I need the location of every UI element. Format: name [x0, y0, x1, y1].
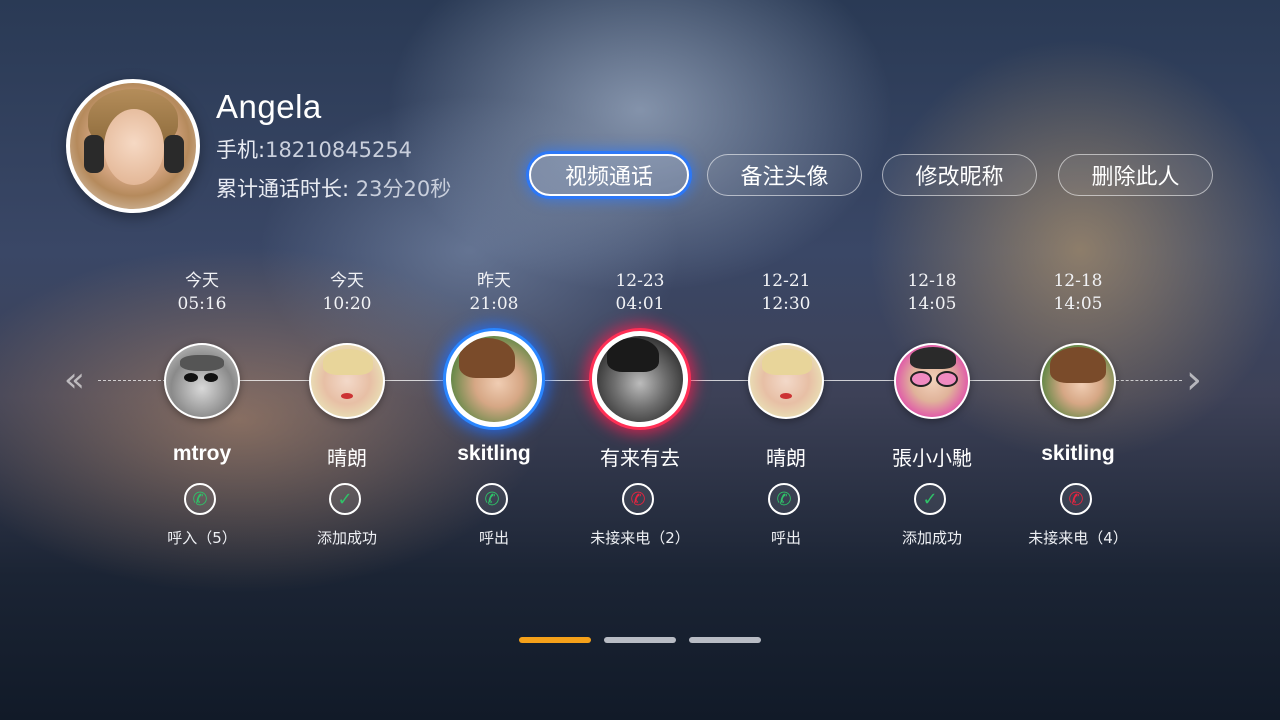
call-item[interactable]: 昨天 21:08 skitling ✆ 呼出	[424, 270, 564, 547]
call-date: 12-23	[615, 271, 665, 291]
call-date: 今天	[185, 271, 219, 291]
caller-name: 晴朗	[327, 446, 367, 470]
call-date: 今天	[330, 271, 364, 291]
call-status: 未接来电（2）	[590, 529, 690, 547]
call-item[interactable]: 今天 05:16 mtroy ✆ 呼入（5）	[132, 270, 272, 547]
caller-avatar[interactable]	[894, 343, 970, 419]
phone-number: 18210845254	[265, 138, 413, 162]
edit-avatar-button[interactable]: 备注头像	[707, 154, 862, 196]
call-status: 呼出	[478, 529, 509, 547]
page-indicator-1[interactable]	[519, 637, 591, 643]
call-status: 添加成功	[901, 529, 962, 547]
call-item[interactable]: 今天 10:20 晴朗 ✓ 添加成功	[277, 270, 417, 547]
rename-button[interactable]: 修改昵称	[882, 154, 1037, 196]
caller-name: skitling	[1041, 442, 1115, 465]
call-status: 呼入（5）	[167, 529, 237, 547]
caller-name: skitling	[457, 442, 531, 465]
caller-name: 晴朗	[766, 446, 806, 470]
caller-avatar[interactable]	[164, 343, 240, 419]
call-time: 10:20	[322, 294, 372, 314]
call-item[interactable]: 12-18 14:05 張小小馳 ✓ 添加成功	[862, 270, 1002, 547]
missed-call-icon: ✆	[622, 483, 654, 515]
call-status: 未接来电（4）	[1028, 529, 1128, 547]
call-item[interactable]: 12-23 04:01 有来有去 ✆ 未接来电（2）	[570, 270, 710, 547]
contact-name: Angela	[216, 88, 322, 125]
check-icon: ✓	[914, 483, 946, 515]
contact-phone-row: 手机:18210845254	[216, 134, 412, 164]
outgoing-call-icon: ✆	[476, 483, 508, 515]
phone-label: 手机:	[216, 138, 266, 162]
headphones-icon	[84, 135, 104, 173]
duration-label: 累计通话时长:	[216, 177, 356, 201]
call-item[interactable]: 12-18 14:05 skitling ✆ 未接来电（4）	[1008, 270, 1148, 547]
caller-avatar[interactable]	[1040, 343, 1116, 419]
timeline-dash-left	[98, 380, 166, 381]
call-status: 呼出	[770, 529, 801, 547]
caller-avatar[interactable]	[748, 343, 824, 419]
call-time: 14:05	[907, 294, 957, 314]
contact-avatar	[66, 79, 200, 213]
contact-duration-row: 累计通话时长: 23分20秒	[216, 173, 451, 203]
caller-name: mtroy	[172, 442, 232, 465]
call-time: 21:08	[469, 294, 519, 314]
incoming-call-icon: ✆	[184, 483, 216, 515]
page-indicator-3[interactable]	[689, 637, 761, 643]
caller-avatar[interactable]	[309, 343, 385, 419]
timeline-dash-right	[1116, 380, 1182, 381]
chevron-left-icon[interactable]: «	[64, 360, 85, 400]
check-icon: ✓	[329, 483, 361, 515]
chevron-right-icon[interactable]: ›	[1186, 360, 1202, 400]
caller-name: 張小小馳	[892, 446, 972, 470]
contact-avatar-photo	[70, 83, 196, 209]
caller-avatar[interactable]	[592, 331, 688, 427]
call-time: 14:05	[1053, 294, 1103, 314]
caller-name: 有来有去	[600, 446, 680, 470]
call-time: 12:30	[761, 294, 811, 314]
page-indicator-2[interactable]	[604, 637, 676, 643]
missed-call-icon: ✆	[1060, 483, 1092, 515]
call-date: 12-18	[1053, 271, 1103, 291]
call-date: 12-18	[907, 271, 957, 291]
call-status: 添加成功	[316, 529, 377, 547]
video-call-button[interactable]: 视频通话	[529, 154, 689, 196]
outgoing-call-icon: ✆	[768, 483, 800, 515]
call-time: 05:16	[177, 294, 227, 314]
call-date: 昨天	[477, 271, 511, 291]
delete-contact-button[interactable]: 删除此人	[1058, 154, 1213, 196]
caller-avatar[interactable]	[446, 331, 542, 427]
call-date: 12-21	[761, 271, 811, 291]
duration-value: 23分20秒	[355, 177, 452, 201]
call-item[interactable]: 12-21 12:30 晴朗 ✆ 呼出	[716, 270, 856, 547]
call-time: 04:01	[615, 294, 665, 314]
